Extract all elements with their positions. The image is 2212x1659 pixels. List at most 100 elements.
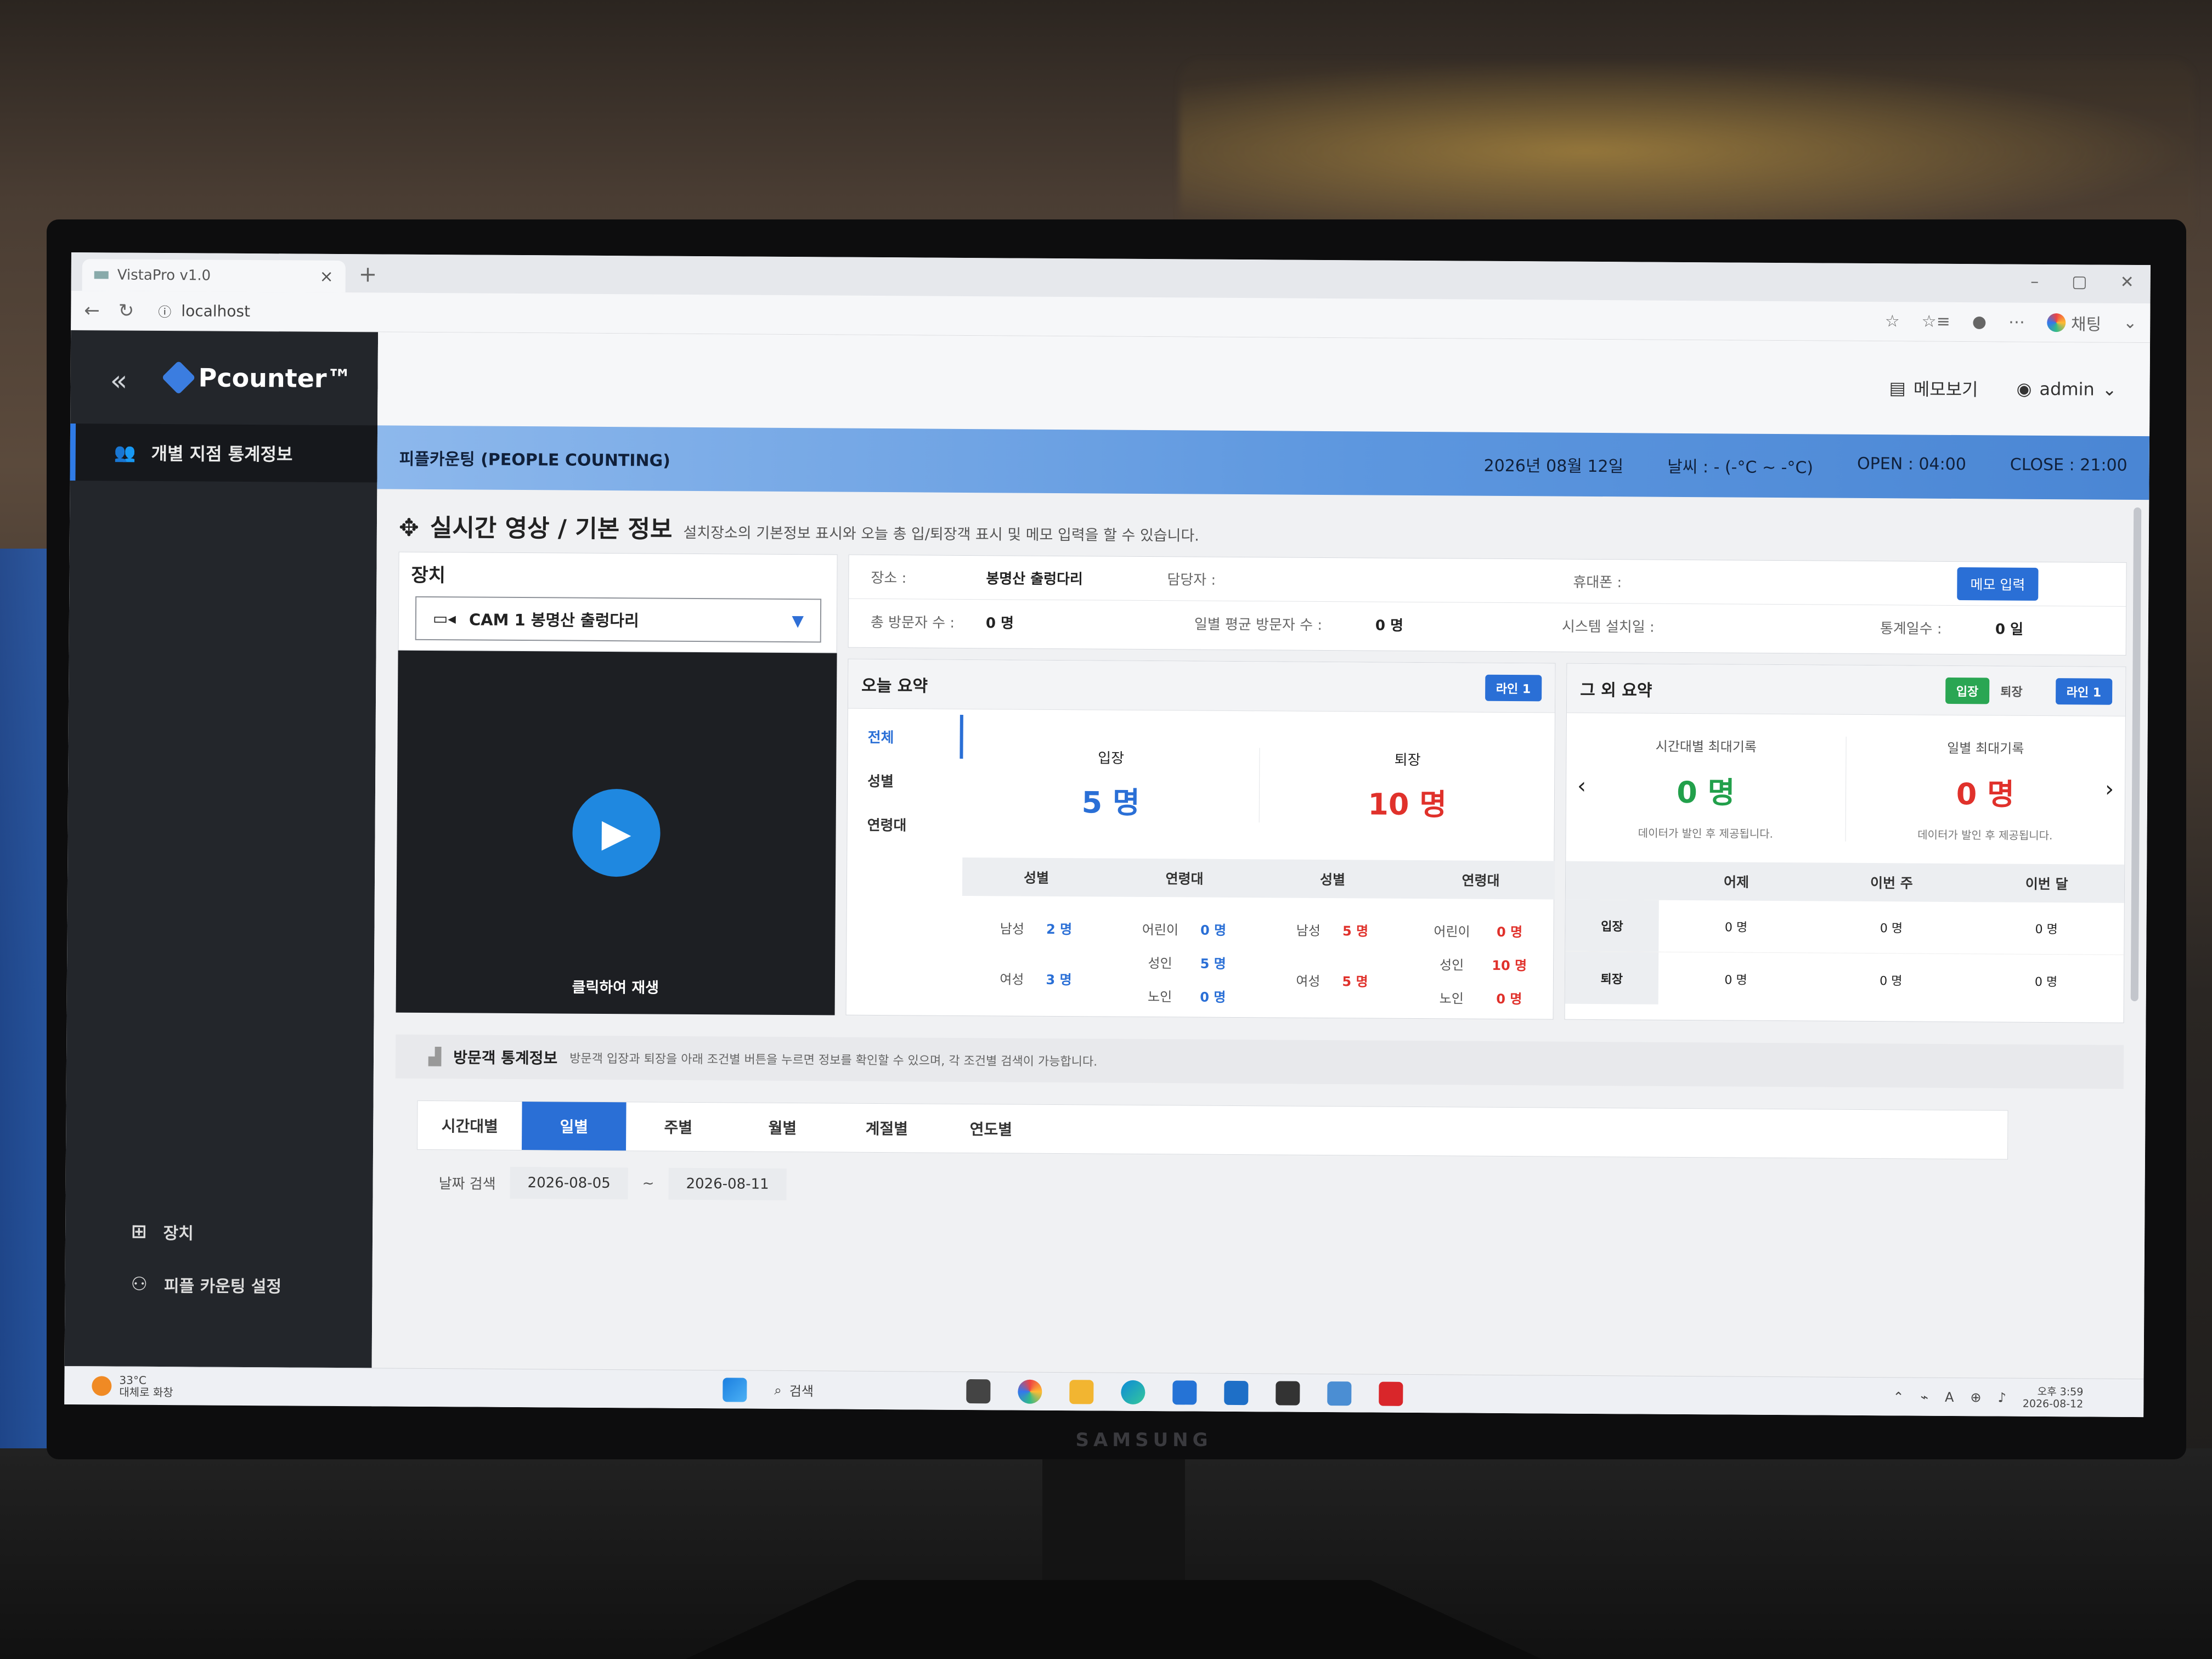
breakdown-value: 0 명 [1496,991,1522,1007]
search-icon: ⌕ [774,1382,782,1398]
date-to-input[interactable]: 2026-08-11 [668,1167,787,1200]
more-icon[interactable]: ⋯ [2008,313,2025,332]
exit-total: 퇴장 10 명 [1259,748,1556,825]
date-from-input[interactable]: 2026-08-05 [510,1166,628,1200]
ime-icon[interactable]: A [1945,1389,1954,1404]
memo-view-button[interactable]: ▤ 메모보기 [1889,375,1978,401]
memo-input-button[interactable]: 메모 입력 [1957,567,2039,601]
close-time: CLOSE : 21:00 [2010,455,2128,475]
browser-tab[interactable]: VistaPro v1.0 × [82,259,346,293]
close-window-button[interactable]: ✕ [2120,273,2134,292]
tab-close-icon[interactable]: × [319,267,333,286]
play-button[interactable]: ▶ [572,788,661,877]
back-icon[interactable]: ← [84,300,100,321]
line-badge[interactable]: 라인 1 [1485,674,1542,701]
minimize-button[interactable]: – [2030,272,2039,291]
maximize-button[interactable]: ▢ [2072,272,2087,291]
copilot-icon [2046,313,2066,332]
file-explorer-icon[interactable] [1069,1379,1094,1404]
tab-hourly[interactable]: 시간대별 [417,1101,522,1150]
photo-scene: SAMSUNG VistaPro v1.0 × + – ▢ ✕ ← ↻ ⓘ lo… [0,0,2212,1659]
chevron-down-icon[interactable]: ⌄ [2123,313,2137,332]
topbar: ▤ 메모보기 ◉ admin ⌄ [377,332,2151,437]
tab-monthly[interactable]: 월별 [730,1103,835,1152]
copilot-icon[interactable] [1018,1379,1042,1404]
volume-icon[interactable]: ♪ [1997,1390,2006,1405]
enter-age-list: 어린이 0 명 성인 5 명 노인 0 명 [1110,897,1259,1006]
avg-visitors-label: 일별 평균 방문자 수 : [1194,616,1323,634]
tab-daily[interactable]: 일별 [522,1102,627,1151]
logo-mark-icon [161,360,196,395]
period-cell: 0 명 [1880,974,1903,988]
wall-sign-blur [1180,60,2194,241]
breakdown-key: 남성 [1296,923,1321,939]
store-icon[interactable] [1172,1380,1197,1405]
breakdown-value: 5 명 [1342,923,1369,939]
tab-all[interactable]: 전체 [848,714,963,759]
exit-age-list: 어린이 0 명 성인 10 명 노인 0 명 [1406,899,1555,1008]
stat-days-value: 0 일 [1995,620,2024,638]
network-icon[interactable]: ⌁ [1920,1389,1928,1404]
chevron-down-icon: ▼ [792,611,804,630]
main-content: ▤ 메모보기 ◉ admin ⌄ 피플카운팅 (PEOPLE COUNTING) 20… [371,332,2151,1418]
prev-arrow-icon[interactable]: ‹ [1577,774,1586,799]
info-icon[interactable]: ⓘ [158,301,171,320]
collapse-sidebar-icon[interactable]: « [110,364,127,397]
sidebar-item-branch-stats[interactable]: 👥 개별 지점 통계정보 [70,423,378,483]
sidebar-item-label: 개별 지점 통계정보 [151,443,293,465]
taskbar-search-label: 검색 [789,1384,814,1400]
user-settings-icon: ⚇ [131,1273,148,1295]
exit-toggle[interactable]: 퇴장 [2000,682,2023,699]
app-icon[interactable] [1379,1381,1403,1406]
period-cell: 0 명 [1724,921,1748,935]
enter-toggle[interactable]: 입장 [1945,677,1990,704]
page-scrollbar[interactable] [2130,507,2142,1002]
breakdown-key: 노인 [1439,991,1464,1007]
today-summary-header: 오늘 요약 라인 1 [848,659,1555,713]
breakdown-value: 0 명 [1200,922,1227,938]
tab-weekly[interactable]: 주별 [626,1102,731,1151]
today-summary-title: 오늘 요약 [861,676,928,696]
task-view-icon[interactable] [966,1379,991,1403]
other-summary-header: 그 외 요약 입장 퇴장 라인 1 [1566,663,2126,716]
period-cell: 0 명 [2034,975,2058,989]
page-title: 피플카운팅 (PEOPLE COUNTING) [399,449,671,471]
start-icon[interactable] [723,1377,747,1402]
taskbar-search[interactable]: ⌕ 검색 [774,1380,939,1401]
sidebar-item-pc-settings[interactable]: ⚇ 피플 카운팅 설정 [131,1272,281,1297]
chevron-up-icon[interactable]: ⌃ [1893,1389,1904,1404]
copilot-button[interactable]: 채팅 [2046,310,2102,335]
video-player[interactable]: ▶ 클릭하여 재생 [396,650,837,1015]
globe-icon[interactable]: ⊕ [1970,1390,1981,1405]
device-select[interactable]: ▭◂ CAM 1 봉명산 출렁다리 ▼ [415,596,822,643]
period-cell: 0 명 [1724,973,1747,988]
tab-gender[interactable]: 성별 [848,758,963,803]
clock[interactable]: 오후 3:59 2026-08-12 [2023,1385,2084,1410]
tab-seasonal[interactable]: 계절별 [834,1104,939,1153]
reload-icon[interactable]: ↻ [119,300,134,321]
terminal-icon[interactable] [1276,1380,1300,1406]
taskbar-weather[interactable]: 33°C 대체로 화창 [92,1373,173,1399]
stats-desc: 방문객 입장과 퇴장을 아래 조건별 버튼을 누르면 정보를 확인할 수 있으며… [569,1052,1098,1069]
next-arrow-icon[interactable]: › [2105,777,2114,802]
edge-icon[interactable] [1121,1380,1146,1404]
profile-icon[interactable]: ● [1972,312,1987,331]
line-badge[interactable]: 라인 1 [2055,678,2113,705]
remote-desktop-icon[interactable] [1327,1381,1352,1406]
favorites-icon[interactable]: ☆≡ [1922,312,1950,331]
outlook-icon[interactable] [1224,1380,1249,1405]
hour-max: 시간대별 최대기록 0 명 데이터가 발인 후 제공됩니다. [1566,735,1846,841]
section-desc: 설치장소의 기본정보 표시와 오늘 총 입/퇴장객 표시 및 메모 입력을 할 … [683,524,1199,545]
new-tab-button[interactable]: + [346,262,391,292]
address-bar[interactable]: ⓘ localhost [153,297,1798,334]
sidebar-item-device[interactable]: ⊞ 장치 [131,1220,194,1244]
system-tray: ⌃ ⌁ A ⊕ ♪ 오후 3:59 2026-08-12 [1893,1385,2083,1410]
tab-yearly[interactable]: 연도별 [939,1104,1043,1153]
user-menu[interactable]: ◉ admin ⌄ [2016,379,2117,400]
copilot-label: 채팅 [2070,314,2102,335]
tab-age[interactable]: 연령대 [847,802,962,847]
info-row: 장소 : 봉명산 출렁다리 담당자 : 휴대폰 : 메모 입력 [849,555,2126,607]
today-subheaders: 성별 연령대 성별 연령대 [962,857,1555,900]
favorite-star-icon[interactable]: ☆ [1885,312,1900,331]
manager-label: 담당자 : [1167,572,1216,589]
